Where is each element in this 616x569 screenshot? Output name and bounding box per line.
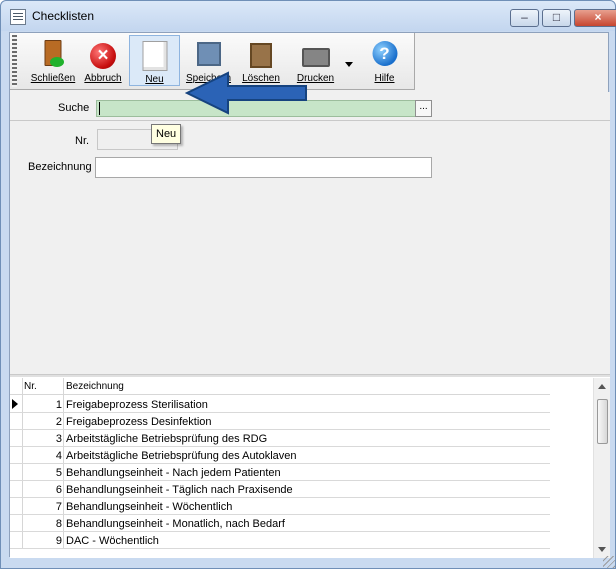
current-row-icon — [12, 399, 18, 409]
cancel-icon: × — [90, 43, 116, 69]
help-button[interactable]: ? Hilfe — [362, 35, 407, 86]
table-row[interactable]: 5 Behandlungseinheit - Nach jedem Patien… — [10, 464, 550, 481]
resize-grip-icon[interactable] — [603, 556, 615, 568]
checklist-icon — [10, 9, 26, 25]
cancel-label: Abbruch — [84, 73, 122, 84]
search-strip: Suche ... — [10, 92, 610, 121]
toolbar-grip[interactable] — [12, 35, 17, 87]
bezeichnung-label: Bezeichnung — [28, 161, 92, 173]
checklist-table: Nr. Bezeichnung 1 Freigabeprozess Steril… — [10, 378, 610, 558]
minimize-button[interactable]: – — [510, 9, 539, 27]
exit-arrow-icon — [50, 57, 64, 67]
delete-icon — [250, 43, 272, 68]
pointer-arrow — [185, 71, 307, 115]
client-area: Schließen × Abbruch Neu Speichern Lösche… — [9, 32, 610, 558]
title-bar[interactable]: Checklisten – □ × — [1, 1, 616, 31]
table-row[interactable]: 9 DAC - Wöchentlich — [10, 532, 550, 549]
header-nr[interactable]: Nr. — [24, 381, 37, 392]
nr-label: Nr. — [75, 135, 90, 147]
table-row[interactable]: 8 Behandlungseinheit - Monatlich, nach B… — [10, 515, 550, 532]
cancel-button[interactable]: × Abbruch — [81, 35, 125, 86]
close-button[interactable]: × — [574, 9, 616, 27]
bezeichnung-field[interactable] — [95, 157, 432, 178]
new-label: Neu — [145, 74, 164, 85]
scroll-up-icon[interactable] — [598, 384, 606, 389]
close-app-label: Schließen — [30, 73, 76, 84]
search-browse-button[interactable]: ... — [415, 100, 432, 117]
table-header: Nr. Bezeichnung — [10, 378, 550, 395]
new-button[interactable]: Neu — [129, 35, 180, 86]
text-cursor — [99, 102, 100, 115]
table-row[interactable]: 1 Freigabeprozess Sterilisation — [10, 396, 550, 413]
table-row[interactable]: 4 Arbeitstägliche Betriebsprüfung des Au… — [10, 447, 550, 464]
table-row[interactable]: 3 Arbeitstägliche Betriebsprüfung des RD… — [10, 430, 550, 447]
printer-icon — [301, 48, 330, 67]
print-dropdown-icon[interactable] — [345, 62, 353, 67]
table-row[interactable]: 7 Behandlungseinheit - Wöchentlich — [10, 498, 550, 515]
maximize-button[interactable]: □ — [542, 9, 571, 27]
close-app-button[interactable]: Schließen — [27, 35, 79, 86]
scroll-thumb[interactable] — [597, 399, 608, 444]
new-document-icon — [142, 41, 167, 71]
header-bezeichnung[interactable]: Bezeichnung — [66, 381, 124, 392]
table-row[interactable]: 2 Freigabeprozess Desinfektion — [10, 413, 550, 430]
help-icon: ? — [372, 41, 397, 66]
new-tooltip: Neu — [151, 124, 182, 144]
table-row[interactable]: 6 Behandlungseinheit - Täglich nach Prax… — [10, 481, 550, 498]
window-title: Checklisten — [32, 9, 95, 23]
save-icon — [196, 42, 221, 66]
edit-form: Nr. Bezeichnung — [10, 121, 610, 374]
search-label: Suche — [58, 102, 90, 114]
scroll-down-icon[interactable] — [598, 547, 606, 552]
vertical-scrollbar[interactable] — [593, 378, 610, 558]
help-label: Hilfe — [374, 73, 395, 84]
checklisten-window: Checklisten – □ × Schließen × Abbruch Ne… — [0, 0, 616, 569]
